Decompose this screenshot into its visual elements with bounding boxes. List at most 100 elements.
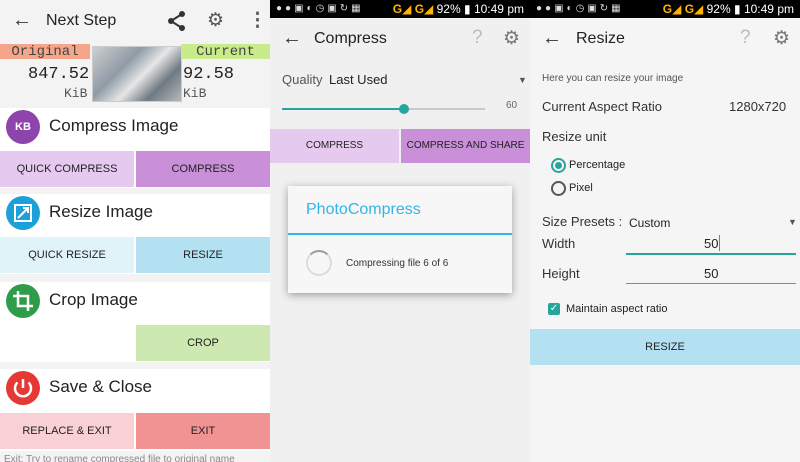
status-bar: ●●▣◐◷▣↻▦ G◢ G◢ 92% ▮ 10:49 pm: [530, 0, 800, 18]
resize-header: Resize Image: [0, 194, 270, 232]
dialog-message: Compressing file 6 of 6: [346, 258, 449, 269]
size-presets-label: Size Presets :: [542, 214, 623, 229]
overflow-menu-icon[interactable]: ⋮: [248, 9, 267, 32]
save-close-header: Save & Close: [0, 369, 270, 407]
aspect-ratio-value: 1280x720: [729, 99, 787, 114]
compress-and-share-button[interactable]: COMPRESS AND SHARE: [401, 129, 530, 163]
compress-header: KB Compress Image: [0, 108, 270, 146]
notification-icons: ●●▣◐◷▣↻▦: [276, 3, 364, 14]
compress-button[interactable]: COMPRESS: [270, 129, 399, 163]
network-label: G: [684, 2, 695, 16]
next-step-screen: ← Next Step ⚙ ⋮ Original 847.52 KiB Curr…: [0, 0, 270, 462]
power-icon: [6, 371, 40, 405]
resize-button[interactable]: RESIZE: [530, 329, 800, 365]
page-title: Compress: [314, 30, 387, 47]
dialog-title: PhotoCompress: [306, 201, 421, 218]
status-right: G◢ G◢ 92% ▮ 10:49 pm: [392, 2, 524, 16]
toolbar: ← Compress ? ⚙: [270, 18, 530, 60]
width-input[interactable]: 50: [704, 236, 718, 251]
intro-text: Here you can resize your image: [542, 73, 684, 84]
original-size-box: Original 847.52 KiB: [0, 44, 90, 101]
crop-section: Crop Image CROP: [0, 282, 270, 362]
toolbar: ← Resize ? ⚙: [530, 18, 800, 60]
pixel-radio[interactable]: [551, 181, 566, 196]
compress-section: KB Compress Image QUICK COMPRESS COMPRES…: [0, 108, 270, 188]
settings-gear-icon[interactable]: ⚙: [207, 9, 224, 32]
compress-screen: ●●▣◐◷▣↻▦ G◢ G◢ 92% ▮ 10:49 pm ← Compress…: [270, 0, 530, 462]
exit-button[interactable]: EXIT: [136, 413, 270, 449]
original-label: Original: [0, 44, 90, 60]
help-icon[interactable]: ?: [740, 27, 751, 49]
resize-screen: ●●▣◐◷▣↻▦ G◢ G◢ 92% ▮ 10:49 pm ← Resize ?…: [530, 0, 800, 462]
crop-header: Crop Image: [0, 282, 270, 320]
quality-slider[interactable]: [282, 104, 485, 114]
compress-title: Compress Image: [49, 116, 179, 135]
back-arrow-icon[interactable]: ←: [282, 27, 302, 50]
network-label: G: [662, 2, 673, 16]
back-arrow-icon[interactable]: ←: [542, 27, 562, 50]
crop-icon: [6, 284, 40, 318]
current-size-value: 92.58: [183, 65, 235, 84]
help-icon[interactable]: ?: [472, 27, 483, 49]
maintain-aspect-label: Maintain aspect ratio: [566, 303, 668, 315]
resize-button[interactable]: RESIZE: [136, 237, 270, 273]
original-size-value: 847.52: [28, 65, 90, 84]
quality-label: Quality: [282, 72, 323, 87]
height-input[interactable]: 50: [704, 266, 718, 281]
notification-icons: ●●▣◐◷▣↻▦: [536, 3, 624, 14]
text-cursor: [719, 235, 720, 251]
back-arrow-icon[interactable]: ←: [12, 9, 32, 32]
pixel-label: Pixel: [569, 182, 593, 194]
slider-fill: [282, 108, 404, 110]
original-size-unit: KiB: [64, 86, 88, 101]
toolbar: ← Next Step ⚙ ⋮: [0, 0, 270, 42]
height-underline: [626, 283, 796, 284]
battery-icon: ▮: [734, 2, 741, 16]
percentage-radio[interactable]: [551, 158, 566, 173]
slider-thumb[interactable]: [399, 104, 409, 114]
settings-gear-icon[interactable]: ⚙: [503, 27, 520, 50]
height-label: Height: [542, 266, 580, 281]
dialog-divider: [288, 233, 512, 235]
current-label: Current: [181, 44, 270, 60]
battery-text: 92%: [436, 2, 461, 16]
resize-unit-label: Resize unit: [542, 129, 607, 144]
crop-title: Crop Image: [49, 290, 138, 309]
status-right: G◢ G◢ 92% ▮ 10:49 pm: [662, 2, 794, 16]
compress-kb-icon: KB: [6, 110, 40, 144]
quick-compress-button[interactable]: QUICK COMPRESS: [0, 151, 134, 187]
size-presets-dropdown[interactable]: Custom: [629, 216, 670, 230]
clock: 10:49 pm: [743, 2, 794, 16]
resize-icon: [6, 196, 40, 230]
slider-value: 60: [506, 100, 518, 111]
resize-section: Resize Image QUICK RESIZE RESIZE: [0, 194, 270, 274]
width-underline: [626, 253, 796, 255]
maintain-aspect-checkbox[interactable]: ✓: [548, 303, 560, 315]
width-label: Width: [542, 236, 576, 251]
crop-button[interactable]: CROP: [136, 325, 270, 361]
image-thumbnail[interactable]: [92, 46, 182, 102]
dropdown-arrow-icon[interactable]: ▼: [518, 75, 527, 85]
aspect-ratio-label: Current Aspect Ratio: [542, 99, 662, 114]
exit-hint-text: Exit: Try to rename compressed file to o…: [4, 454, 235, 462]
status-bar: ●●▣◐◷▣↻▦ G◢ G◢ 92% ▮ 10:49 pm: [270, 0, 530, 18]
dropdown-arrow-icon[interactable]: ▼: [788, 217, 797, 227]
current-size-box: Current 92.58 KiB: [181, 44, 270, 101]
replace-exit-button[interactable]: REPLACE & EXIT: [0, 413, 134, 449]
network-label: G: [414, 2, 425, 16]
percentage-label: Percentage: [569, 159, 626, 171]
page-title: Resize: [576, 30, 625, 47]
progress-dialog: PhotoCompress Compressing file 6 of 6: [288, 186, 512, 293]
quality-dropdown[interactable]: Last Used: [329, 72, 388, 87]
save-close-section: Save & Close REPLACE & EXIT EXIT: [0, 369, 270, 451]
progress-spinner-icon: [306, 250, 332, 276]
current-size-unit: KiB: [183, 86, 207, 101]
quick-resize-button[interactable]: QUICK RESIZE: [0, 237, 134, 273]
clock: 10:49 pm: [473, 2, 524, 16]
settings-gear-icon[interactable]: ⚙: [773, 27, 790, 50]
save-close-title: Save & Close: [49, 377, 152, 396]
battery-text: 92%: [706, 2, 731, 16]
compress-button[interactable]: COMPRESS: [136, 151, 270, 187]
page-title: Next Step: [46, 12, 117, 29]
share-icon[interactable]: [166, 10, 188, 32]
